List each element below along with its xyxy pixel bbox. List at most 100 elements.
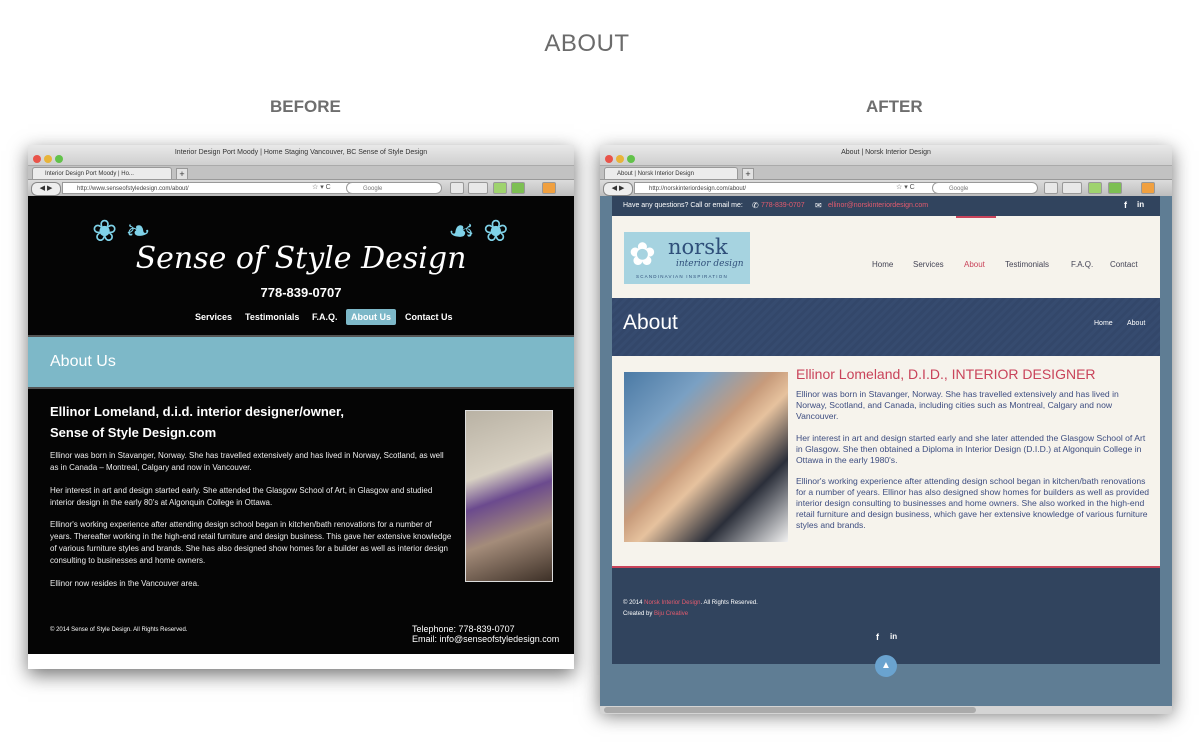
footer-email[interactable]: Email: info@senseofstyledesign.com <box>412 634 559 644</box>
bio-heading-2: Sense of Style Design.com <box>50 425 217 440</box>
banner-title: About <box>623 311 678 334</box>
horizontal-scrollbar[interactable] <box>600 706 1172 714</box>
nav-services[interactable]: Services <box>913 260 944 269</box>
flower-icon: ✿ <box>629 236 656 272</box>
site-logo[interactable]: ✿ norsk interior design SCANDINAVIAN INS… <box>624 232 750 284</box>
bio-paragraph: Ellinor now resides in the Vancouver are… <box>50 579 200 588</box>
extension-icon-2[interactable] <box>511 182 525 194</box>
bookmarks-icon[interactable] <box>1062 182 1082 194</box>
linkedin-icon[interactable]: in <box>1137 200 1144 209</box>
toolbar: ◀ ▶ http://norskinteriordesign.com/about… <box>600 180 1172 197</box>
designer-photo <box>465 410 553 582</box>
home-icon[interactable] <box>1044 182 1058 194</box>
email-icon: ✉ <box>815 201 822 210</box>
reload-icon[interactable]: ☆ ▾ C <box>896 183 915 191</box>
nav-testimonials[interactable]: Testimonials <box>240 309 304 325</box>
close-icon[interactable] <box>33 155 41 163</box>
nav-testimonials[interactable]: Testimonials <box>1005 260 1049 269</box>
nav-contact-us[interactable]: Contact Us <box>400 309 458 325</box>
logo-main: norsk <box>668 235 728 259</box>
before-label: BEFORE <box>270 97 341 116</box>
back-forward-buttons[interactable]: ◀ ▶ <box>31 182 61 196</box>
page-banner: About Us <box>28 335 574 389</box>
site-header: ✿ norsk interior design SCANDINAVIAN INS… <box>612 216 1160 298</box>
maximize-icon[interactable] <box>55 155 63 163</box>
page-title: ABOUT <box>544 30 630 57</box>
site-footer: © 2014 Norsk Interior Design. All Rights… <box>612 568 1160 664</box>
nav-faq[interactable]: F.A.Q. <box>307 309 343 325</box>
nav-faq[interactable]: F.A.Q. <box>1071 260 1093 269</box>
tab-bar: About | Norsk Interior Design + <box>600 166 1172 180</box>
credit-link[interactable]: Biju Creative <box>654 611 688 617</box>
linkedin-icon[interactable]: in <box>890 632 897 641</box>
footer-credit: Created by Biju Creative <box>623 611 688 617</box>
breadcrumb-home[interactable]: Home <box>1094 320 1113 327</box>
scrollbar-thumb[interactable] <box>604 707 976 713</box>
browser-tab[interactable]: About | Norsk Interior Design <box>604 167 738 179</box>
footer-copyright: © 2014 Norsk Interior Design. All Rights… <box>623 600 758 606</box>
after-browser-window: About | Norsk Interior Design About | No… <box>600 145 1172 714</box>
extension-icon-2[interactable] <box>1108 182 1122 194</box>
url-field[interactable]: http://www.senseofstyledesign.com/about/ <box>62 182 354 194</box>
active-indicator <box>956 216 996 218</box>
footer-contact: Telephone: 778-839-0707 Email: info@sens… <box>412 624 559 644</box>
page-banner: About Home About <box>612 298 1160 356</box>
extension-icon-3[interactable] <box>1141 182 1155 194</box>
site-logo[interactable]: Sense of Style Design <box>28 241 574 276</box>
before-site: ❀ ❧ ☙ ❀ Sense of Style Design 778-839-07… <box>28 196 574 654</box>
nav-home[interactable]: Home <box>872 260 893 269</box>
extension-icon[interactable] <box>1088 182 1102 194</box>
window-title: Interior Design Port Moody | Home Stagin… <box>174 149 428 156</box>
close-icon[interactable] <box>605 155 613 163</box>
new-tab-icon[interactable]: + <box>742 168 754 180</box>
bio-paragraph: Her interest in art and design started e… <box>50 486 433 507</box>
bio-heading: Ellinor Lomeland, D.I.D., INTERIOR DESIG… <box>796 366 1096 382</box>
logo-tagline: SCANDINAVIAN INSPIRATION <box>636 274 728 279</box>
bio-paragraph: Ellinor was born in Stavanger, Norway. S… <box>796 389 1119 421</box>
copyright: © 2014 Sense of Style Design. All Rights… <box>50 627 188 633</box>
reload-icon[interactable]: ☆ ▾ C <box>312 183 331 191</box>
browser-tab[interactable]: Interior Design Port Moody | Ho... <box>32 167 172 179</box>
nav-contact[interactable]: Contact <box>1110 260 1138 269</box>
extension-icon[interactable] <box>493 182 507 194</box>
nav-about[interactable]: About <box>964 260 985 269</box>
new-tab-icon[interactable]: + <box>176 168 188 180</box>
bio-paragraph: Her interest in art and design started e… <box>796 433 1146 465</box>
topbar-email[interactable]: ellinor@norskinteriordesign.com <box>828 202 928 209</box>
window-title: About | Norsk Interior Design <box>841 149 931 156</box>
back-to-top-icon[interactable]: ▲ <box>875 655 897 677</box>
topbar: Have any questions? Call or email me: ✆ … <box>612 196 1160 216</box>
search-input[interactable]: Google <box>932 182 1038 194</box>
after-site: Have any questions? Call or email me: ✆ … <box>600 196 1172 714</box>
bookmarks-icon[interactable] <box>468 182 488 194</box>
banner-title: About Us <box>50 353 116 370</box>
url-field[interactable]: http://norskinteriordesign.com/about/ <box>634 182 938 194</box>
nav-about-us[interactable]: About Us <box>346 309 396 325</box>
about-content: Ellinor Lomeland, D.I.D., INTERIOR DESIG… <box>612 356 1160 568</box>
extension-icon-3[interactable] <box>542 182 556 194</box>
back-forward-buttons[interactable]: ◀ ▶ <box>603 182 633 196</box>
after-label: AFTER <box>866 97 923 116</box>
facebook-icon[interactable]: f <box>876 632 879 642</box>
footer-phone: Telephone: 778-839-0707 <box>412 624 515 634</box>
logo-sub: interior design <box>676 259 744 269</box>
nav-services[interactable]: Services <box>190 309 237 325</box>
copyright-suffix: . All Rights Reserved. <box>700 600 758 606</box>
breadcrumb-about: About <box>1127 320 1146 327</box>
bio-paragraph: Ellinor's working experience after atten… <box>50 520 452 565</box>
topbar-question: Have any questions? Call or email me: <box>623 202 743 209</box>
minimize-icon[interactable] <box>44 155 52 163</box>
minimize-icon[interactable] <box>616 155 624 163</box>
header-phone: 778-839-0707 <box>260 285 342 300</box>
topbar-phone[interactable]: 778-839-0707 <box>761 202 805 209</box>
before-titlebar: Interior Design Port Moody | Home Stagin… <box>28 145 574 166</box>
facebook-icon[interactable]: f <box>1124 200 1127 210</box>
home-icon[interactable] <box>450 182 464 194</box>
footer-brand-link[interactable]: Norsk Interior Design <box>644 600 700 606</box>
after-titlebar: About | Norsk Interior Design <box>600 145 1172 166</box>
copyright-year: © 2014 <box>623 600 643 606</box>
tab-bar: Interior Design Port Moody | Ho... + <box>28 166 574 180</box>
toolbar: ◀ ▶ http://www.senseofstyledesign.com/ab… <box>28 180 574 197</box>
maximize-icon[interactable] <box>627 155 635 163</box>
search-input[interactable]: Google <box>346 182 442 194</box>
